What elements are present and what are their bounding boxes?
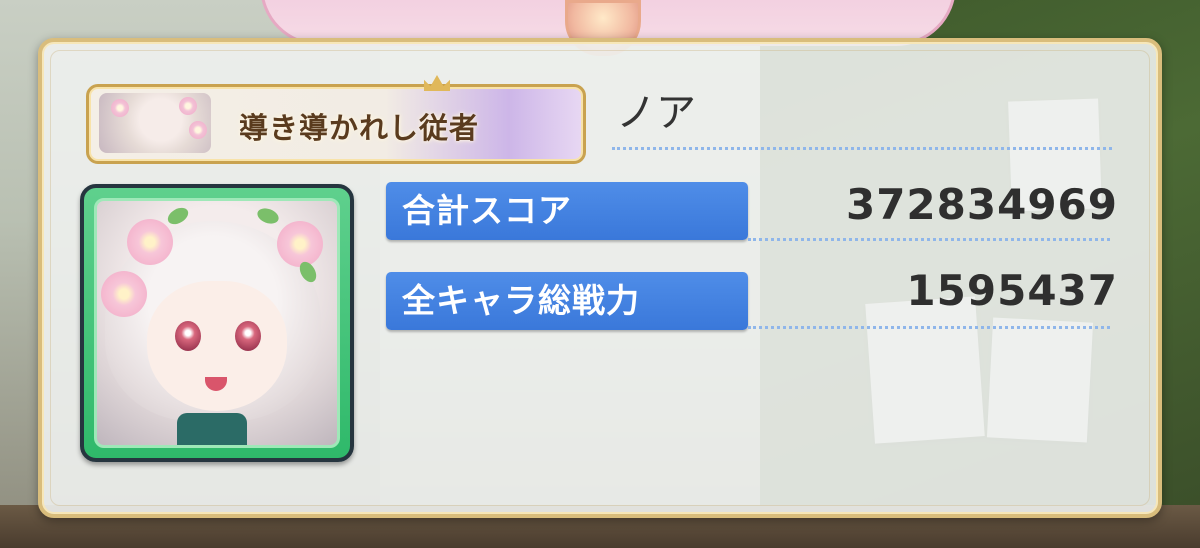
portrait-face	[147, 281, 287, 411]
total-score-label: 合計スコア	[386, 182, 748, 240]
flower-icon	[189, 121, 207, 139]
flower-icon	[179, 97, 197, 115]
character-portrait-icon	[94, 198, 340, 448]
leaf-icon	[255, 205, 281, 227]
flower-icon	[277, 221, 323, 267]
character-thumbnail-icon	[99, 93, 211, 153]
portrait-eye	[235, 321, 261, 351]
avatar[interactable]	[80, 184, 354, 462]
score-divider	[748, 238, 1110, 241]
flower-icon	[127, 219, 173, 265]
flower-icon	[111, 99, 129, 117]
total-power-value: 1595437	[906, 266, 1118, 315]
portrait-eye	[175, 321, 201, 351]
power-divider	[748, 326, 1110, 329]
name-divider	[612, 147, 1112, 150]
total-score-value: 372834969	[845, 180, 1118, 229]
portrait-collar	[177, 413, 247, 445]
player-name: ノア	[616, 90, 696, 136]
title-plate[interactable]: 導き導かれし従者	[86, 75, 586, 164]
flower-icon	[101, 271, 147, 317]
player-title: 導き導かれし従者	[239, 111, 480, 145]
total-power-label: 全キャラ総戦力	[386, 272, 748, 330]
